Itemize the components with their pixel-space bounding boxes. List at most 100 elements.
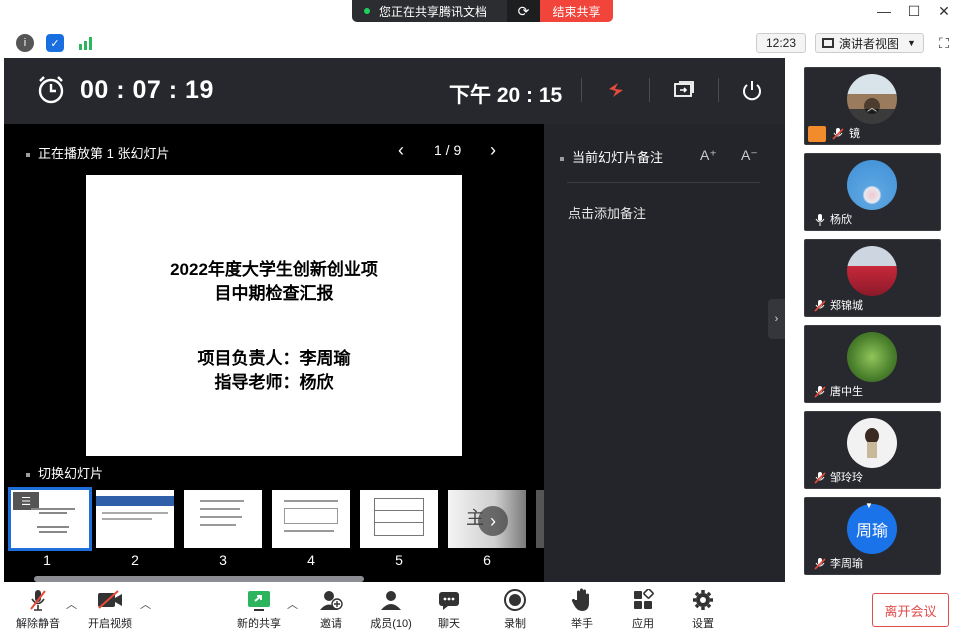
- slide-thumbnail[interactable]: [360, 490, 438, 548]
- laser-pointer-icon[interactable]: [602, 76, 630, 104]
- notes-pane: [544, 124, 785, 582]
- participant-name: 郑锦城: [830, 300, 863, 312]
- fullscreen-icon[interactable]: ⛶: [934, 33, 954, 53]
- next-slide-icon[interactable]: ›: [490, 140, 496, 161]
- hand-icon: [552, 587, 612, 613]
- view-selector[interactable]: 演讲者视图 ▼: [815, 33, 924, 53]
- chevron-up-icon[interactable]: ︿: [66, 596, 77, 612]
- shield-icon[interactable]: ✓: [46, 34, 64, 52]
- power-icon[interactable]: [738, 76, 766, 104]
- raise-hand-button[interactable]: 举手: [552, 587, 612, 631]
- apps-label: 应用: [632, 618, 654, 630]
- thumbnail-number: 2: [131, 552, 139, 568]
- slide-thumbnail[interactable]: [96, 490, 174, 548]
- avatar: [847, 418, 897, 468]
- unmute-button[interactable]: 解除静音: [8, 587, 68, 631]
- mic-muted-icon: [8, 587, 68, 613]
- chevron-down-icon: ▼: [907, 38, 916, 48]
- settings-label: 设置: [692, 618, 714, 630]
- chevron-down-icon[interactable]: ▼: [865, 501, 873, 510]
- share-status-text: 您正在共享腾讯文档: [379, 4, 488, 19]
- slide-pager: 1 / 9: [434, 142, 462, 158]
- mic-icon: [815, 214, 825, 226]
- prev-slide-icon[interactable]: ‹: [398, 140, 404, 161]
- mic-muted-icon: [814, 386, 826, 398]
- chat-button[interactable]: 聊天: [419, 587, 479, 631]
- font-decrease-button[interactable]: A⁻: [741, 147, 758, 164]
- raise-hand-label: 举手: [571, 618, 593, 630]
- maximize-icon[interactable]: ☐: [904, 3, 924, 20]
- participant-name: 李周瑜: [830, 558, 863, 570]
- slide-thumbnail[interactable]: [184, 490, 262, 548]
- close-icon[interactable]: ✕: [934, 3, 954, 20]
- playing-label-text: 正在播放第 1 张幻灯片: [38, 146, 170, 161]
- participant-name: 镜: [849, 128, 860, 140]
- mic-muted-icon: [814, 558, 826, 570]
- notes-label-text: 当前幻灯片备注: [572, 150, 664, 165]
- sharing-dot-icon: [364, 8, 370, 14]
- chat-label: 聊天: [438, 618, 460, 630]
- participant-tile[interactable]: 杨欣: [804, 153, 941, 231]
- participant-tile[interactable]: 唐中生: [804, 325, 941, 403]
- bullet-icon: [560, 156, 564, 161]
- thumbnail-number: 5: [395, 552, 403, 568]
- record-label: 录制: [504, 618, 526, 630]
- record-button[interactable]: 录制: [485, 587, 545, 631]
- notes-label: 当前幻灯片备注: [560, 147, 663, 166]
- slide-thumbnail[interactable]: ☰: [8, 487, 92, 551]
- avatar: 周瑜: [847, 504, 897, 554]
- settings-button[interactable]: 设置: [673, 587, 733, 631]
- switch-screen-icon[interactable]: [670, 76, 698, 104]
- members-button[interactable]: 成员(10): [361, 587, 421, 631]
- bullet-icon: [26, 472, 30, 477]
- apps-button[interactable]: 应用: [613, 587, 673, 631]
- meeting-clock: 12:23: [756, 33, 806, 53]
- slide-thumbnail[interactable]: 主 ›: [448, 490, 526, 548]
- minimize-icon[interactable]: —: [874, 3, 894, 19]
- invite-button[interactable]: 邀请: [301, 587, 361, 631]
- participant-tile[interactable]: 邹玲玲: [804, 411, 941, 489]
- signal-icon[interactable]: [77, 34, 95, 52]
- stop-share-button[interactable]: 结束共享: [540, 0, 613, 22]
- header-divider: [581, 78, 582, 102]
- avatar: [847, 246, 897, 296]
- start-video-button[interactable]: 开启视频: [80, 587, 140, 631]
- mic-muted-icon: [814, 300, 826, 312]
- collapse-panel-icon[interactable]: ›: [768, 299, 785, 339]
- chevron-up-icon[interactable]: ︿: [864, 98, 880, 114]
- chevron-up-icon[interactable]: ︿: [287, 596, 298, 612]
- slide-title: 2022年度大学生创新创业项 目中期检查汇报: [86, 258, 462, 306]
- slide-thumbnail[interactable]: [536, 490, 544, 548]
- video-off-icon: [80, 587, 140, 613]
- notes-divider: [567, 182, 760, 183]
- members-label: 成员(10): [370, 618, 412, 630]
- thumbnail-number: 4: [307, 552, 315, 568]
- participant-tile[interactable]: 周瑜 ▼ 李周瑜: [804, 497, 941, 575]
- info-icon[interactable]: i: [16, 34, 34, 52]
- participant-strip: ︿ 镜 杨欣 郑锦城 唐中生 邹玲玲 周瑜 ▼ 李周瑜: [785, 58, 961, 582]
- share-screen-icon: [229, 587, 289, 613]
- thumbnail-number: 1: [43, 552, 51, 568]
- presenter-view: 00 : 07 : 19 下午 20 : 15 正在播放第 1 张幻灯片 ‹ 1…: [4, 58, 785, 582]
- header-divider: [649, 78, 650, 102]
- new-share-button[interactable]: 新的共享: [229, 587, 289, 631]
- chevron-up-icon[interactable]: ︿: [140, 596, 151, 612]
- view-layout-icon: [822, 38, 834, 48]
- thumbnail-next-icon[interactable]: ›: [478, 506, 508, 536]
- header-divider: [718, 78, 719, 102]
- add-note-link[interactable]: 点击添加备注: [568, 203, 646, 222]
- slide-thumbnail[interactable]: [272, 490, 350, 548]
- mic-muted-icon: [814, 472, 826, 484]
- leave-meeting-button[interactable]: 离开会议: [872, 593, 949, 627]
- participant-tile[interactable]: ︿ 镜: [804, 67, 941, 145]
- avatar: [847, 332, 897, 382]
- refresh-share-icon[interactable]: ⟳: [507, 0, 540, 22]
- font-increase-button[interactable]: A⁺: [700, 147, 717, 164]
- share-status: 您正在共享腾讯文档: [352, 0, 507, 22]
- presenter-header: 00 : 07 : 19 下午 20 : 15: [4, 58, 785, 124]
- participant-tile[interactable]: 郑锦城: [804, 239, 941, 317]
- playing-label: 正在播放第 1 张幻灯片: [26, 143, 169, 162]
- invite-label: 邀请: [320, 618, 342, 630]
- slide-credits: 项目负责人：李周瑜 指导老师：杨欣: [86, 347, 462, 395]
- members-icon: [361, 587, 421, 613]
